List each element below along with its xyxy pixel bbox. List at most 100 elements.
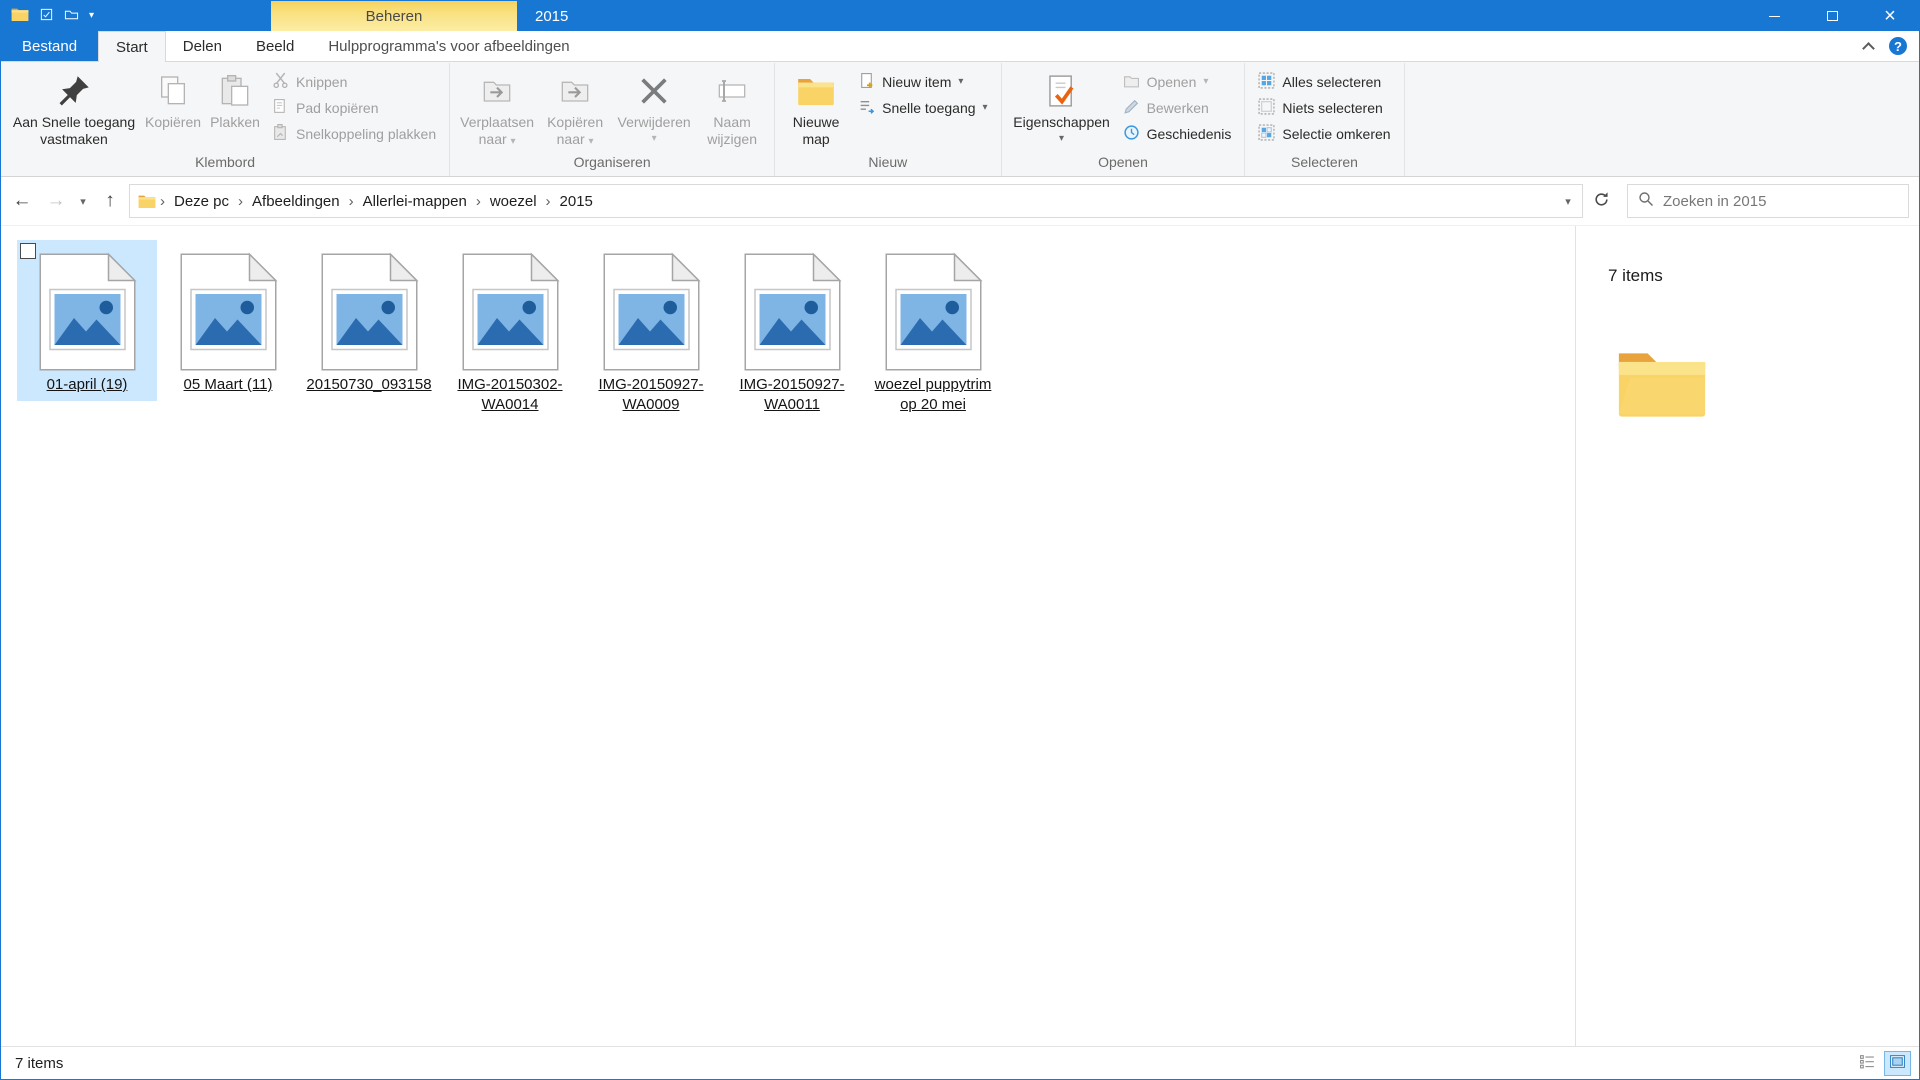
file-item[interactable]: 20150730_093158	[299, 240, 439, 401]
select-all-label: Alles selecteren	[1282, 74, 1381, 90]
item-checkbox[interactable]	[20, 243, 36, 259]
refresh-button[interactable]	[1583, 184, 1619, 218]
search-icon	[1638, 191, 1654, 211]
image-file-icon	[320, 252, 419, 372]
window-controls: ×	[1745, 1, 1919, 31]
preview-pane: 7 items	[1575, 226, 1919, 1046]
copy-path-button[interactable]: Pad kopiëren	[265, 95, 443, 121]
group-label-new: Nieuw	[777, 154, 998, 176]
properties-button[interactable]: Eigenschappen ▾	[1008, 66, 1116, 154]
pin-to-quick-access-button[interactable]: Aan Snelle toegang vastmaken	[7, 66, 141, 154]
paste-icon	[219, 70, 251, 112]
group-label-clipboard: Klembord	[3, 154, 447, 176]
tabrow-right: ?	[1864, 31, 1919, 61]
copy-path-icon	[272, 98, 289, 118]
easy-access-button[interactable]: Snelle toegang ▾	[851, 95, 994, 121]
qat-new-folder-icon[interactable]	[64, 7, 79, 26]
rename-button[interactable]: Naam wijzigen	[696, 66, 768, 154]
cut-button[interactable]: Knippen	[265, 69, 443, 95]
contextual-tab-header[interactable]: Beheren	[271, 1, 517, 31]
help-icon[interactable]: ?	[1889, 37, 1907, 55]
maximize-icon	[1827, 11, 1838, 21]
group-open: Eigenschappen ▾ Openen ▾	[1002, 63, 1246, 176]
file-name: 20150730_093158	[306, 375, 431, 395]
tab-file[interactable]: Bestand	[1, 31, 98, 61]
select-none-button[interactable]: Niets selecteren	[1251, 95, 1397, 121]
new-item-button[interactable]: Nieuw item ▾	[851, 69, 994, 95]
history-button[interactable]: Geschiedenis	[1116, 121, 1239, 147]
group-label-select: Selecteren	[1247, 154, 1401, 176]
tab-picture-tools[interactable]: Hulpprogramma's voor afbeeldingen	[311, 31, 586, 61]
paste-button[interactable]: Plakken	[205, 66, 265, 154]
tab-view[interactable]: Beeld	[239, 31, 311, 61]
breadcrumb-item-woezel[interactable]: woezel	[483, 185, 544, 217]
file-name: IMG-20150302-WA0014	[447, 375, 573, 415]
ribbon-tab-row: Bestand Start Delen Beeld Hulpprogramma'…	[1, 31, 1919, 62]
forward-button[interactable]: →	[39, 183, 73, 219]
breadcrumb-item-afbeeldingen[interactable]: Afbeeldingen	[245, 185, 347, 217]
explorer-icon	[11, 7, 29, 26]
recent-locations-icon[interactable]: ▾	[73, 183, 93, 219]
group-organize: Verplaatsen naar ▾ Kopiëren naar ▾ Verwi…	[450, 63, 775, 176]
delete-button[interactable]: Verwijderen ▾	[612, 66, 696, 154]
group-select: Alles selecteren Niets selecteren Select…	[1245, 63, 1404, 176]
invert-selection-icon	[1258, 124, 1275, 144]
paste-shortcut-label: Snelkoppeling plakken	[296, 126, 436, 142]
open-icon	[1123, 72, 1140, 92]
copy-button[interactable]: Kopiëren	[141, 66, 205, 154]
move-to-button[interactable]: Verplaatsen naar ▾	[456, 66, 538, 154]
file-list-area[interactable]: 01-april (19) 05 Maart (11)	[1, 226, 1575, 1046]
main-area: 01-april (19) 05 Maart (11)	[1, 226, 1919, 1046]
minimize-button[interactable]	[1745, 1, 1803, 31]
address-dropdown-icon[interactable]: ▾	[1558, 183, 1578, 219]
crumb-separator-icon: ›	[158, 193, 167, 210]
tab-start[interactable]: Start	[98, 31, 166, 62]
crumb-separator-icon: ›	[236, 193, 245, 210]
breadcrumb-item-allerlei-mappen[interactable]: Allerlei-mappen	[356, 185, 474, 217]
select-all-button[interactable]: Alles selecteren	[1251, 69, 1397, 95]
tab-share[interactable]: Delen	[166, 31, 239, 61]
breadcrumb-item-2015[interactable]: 2015	[553, 185, 600, 217]
file-item[interactable]: IMG-20150302-WA0014	[440, 240, 580, 421]
thumbnail-view-button[interactable]	[1884, 1051, 1911, 1076]
file-item[interactable]: 05 Maart (11)	[158, 240, 298, 401]
edit-icon	[1123, 98, 1140, 118]
copy-path-label: Pad kopiëren	[296, 100, 379, 116]
file-item[interactable]: IMG-20150927-WA0011	[722, 240, 862, 421]
image-file-icon	[461, 252, 560, 372]
maximize-button[interactable]	[1803, 1, 1861, 31]
edit-button[interactable]: Bewerken	[1116, 95, 1239, 121]
ribbon: Aan Snelle toegang vastmaken Kopiëren Pl…	[1, 62, 1919, 177]
search-input[interactable]	[1663, 193, 1898, 210]
close-button[interactable]: ×	[1861, 1, 1919, 31]
details-view-button[interactable]	[1854, 1051, 1881, 1076]
easy-access-label: Snelle toegang	[882, 100, 975, 116]
qat-dropdown-icon[interactable]: ▾	[89, 11, 94, 21]
image-file-icon	[38, 252, 137, 372]
copy-to-button[interactable]: Kopiëren naar ▾	[538, 66, 612, 154]
file-item[interactable]: 01-april (19)	[17, 240, 157, 401]
open-label: Openen	[1147, 74, 1197, 90]
status-bar: 7 items	[1, 1046, 1919, 1079]
crumb-separator-icon: ›	[544, 193, 553, 210]
file-item[interactable]: woezel puppytrim op 20 mei	[863, 240, 1003, 421]
open-button[interactable]: Openen ▾	[1116, 69, 1239, 95]
collapse-ribbon-icon[interactable]	[1862, 42, 1875, 55]
image-file-icon	[602, 252, 701, 372]
select-none-label: Niets selecteren	[1282, 100, 1382, 116]
file-item[interactable]: IMG-20150927-WA0009	[581, 240, 721, 421]
copy-label: Kopiëren	[145, 114, 201, 131]
invert-selection-button[interactable]: Selectie omkeren	[1251, 121, 1397, 147]
titlebar: ▾ Beheren 2015 ×	[1, 1, 1919, 31]
paste-shortcut-button[interactable]: Snelkoppeling plakken	[265, 121, 443, 147]
new-folder-button[interactable]: Nieuwe map	[781, 66, 851, 154]
refresh-icon	[1593, 191, 1610, 212]
back-button[interactable]: ←	[5, 183, 39, 219]
new-folder-label: Nieuwe map	[785, 114, 847, 147]
breadcrumb[interactable]: › Deze pc › Afbeeldingen › Allerlei-mapp…	[129, 184, 1583, 218]
qat-properties-icon[interactable]	[39, 7, 54, 26]
up-button[interactable]: ↑	[93, 183, 127, 219]
search-box	[1627, 184, 1909, 218]
breadcrumb-item-deze-pc[interactable]: Deze pc	[167, 185, 236, 217]
cut-icon	[272, 72, 289, 92]
